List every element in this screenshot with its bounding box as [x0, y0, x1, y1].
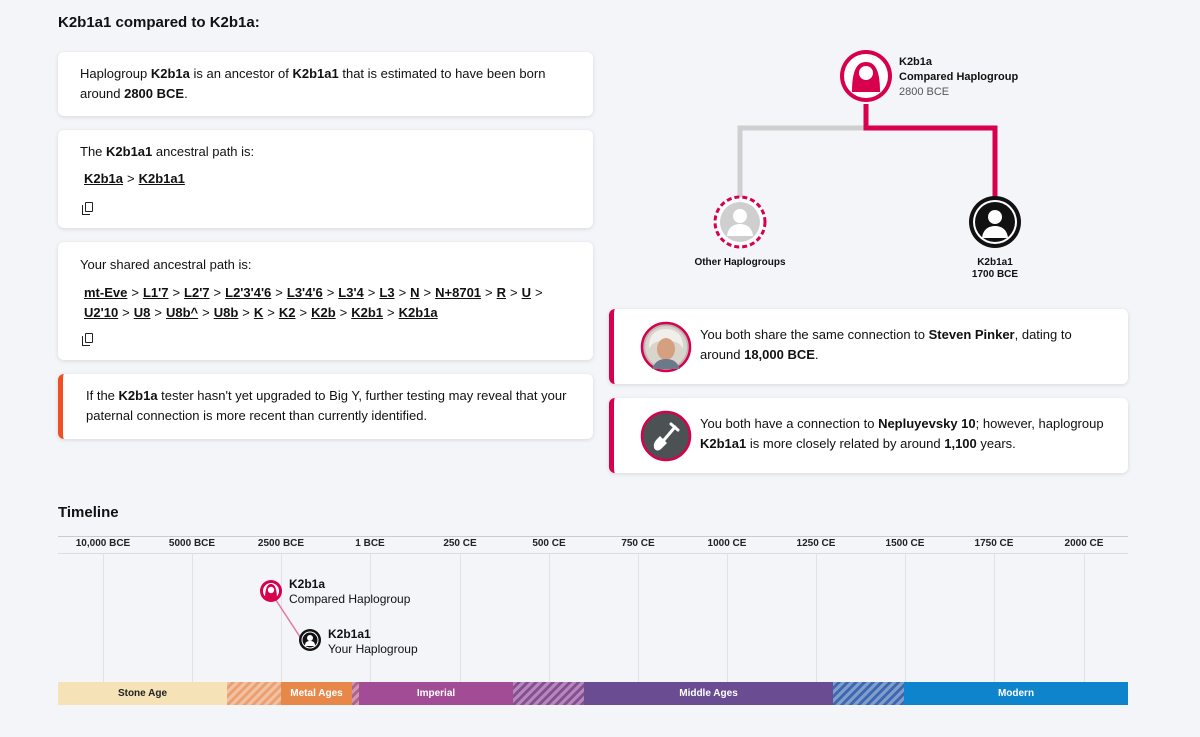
path-link[interactable]: K2b1a [399, 305, 438, 320]
path-link[interactable]: K2b [311, 305, 336, 320]
timeline-gridline [994, 554, 995, 682]
tree-top-label: K2b1a Compared Haplogroup 2800 BCE [899, 56, 1019, 98]
ancestral-path-card: The K2b1a1 ancestral path is: K2b1a > K2b1… [58, 130, 593, 228]
age-transition [833, 682, 904, 705]
path-link[interactable]: K2b1a [84, 171, 123, 186]
age-modern: Modern [904, 682, 1128, 705]
timeline-gridline [549, 554, 550, 682]
path-link[interactable]: N [410, 285, 419, 300]
path-link[interactable]: K2b1a1 [139, 171, 185, 186]
timeline-tick-label: 2000 CE [1064, 538, 1104, 549]
age-stone: Stone Age [58, 682, 227, 705]
timeline-tick-label: 10,000 BCE [75, 538, 131, 549]
timeline-marker-yours[interactable] [297, 627, 323, 653]
path-link[interactable]: mt-Eve [84, 285, 127, 300]
tree-branch-selected [863, 104, 998, 200]
tree-node-your-haplogroup[interactable] [969, 196, 1021, 248]
ancestral-path: K2b1a > K2b1a1 [84, 171, 185, 186]
timeline-tick-label: 5000 BCE [168, 538, 216, 549]
timeline-tick-label: 1500 CE [885, 538, 925, 549]
timeline-gridline [727, 554, 728, 682]
copy-icon[interactable] [82, 333, 93, 346]
timeline-gridline [460, 554, 461, 682]
age-middle: Middle Ages [584, 682, 833, 705]
timeline-tick-label: 1000 CE [707, 538, 747, 549]
timeline-gridline [370, 554, 371, 682]
path-link[interactable]: K2b1 [351, 305, 383, 320]
shovel-icon [640, 410, 692, 462]
age-transition [513, 682, 584, 705]
timeline-tick-label: 2500 BCE [257, 538, 305, 549]
timeline-gridline [103, 554, 104, 682]
big-y-notice-card: If the K2b1a tester hasn't yet upgraded … [58, 374, 593, 439]
path-link[interactable]: U2'10 [84, 305, 118, 320]
page-title: K2b1a1 compared to K2b1a: [58, 14, 260, 31]
path-link[interactable]: L3 [379, 285, 394, 300]
timeline-tick-label: 250 CE [443, 538, 477, 549]
timeline-gridline [816, 554, 817, 682]
copy-icon[interactable] [82, 202, 93, 215]
shared-path-line-2: U2'10 > U8 > U8b^ > U8b > K > K2 > K2b > K2b1 > K2b1a [84, 305, 438, 320]
timeline-header-rule [58, 553, 1128, 554]
timeline-gridline [638, 554, 639, 682]
haplogroup-tree [713, 50, 1021, 249]
shared-path-card: Your shared ancestral path is: mt-Eve > L1… [58, 242, 593, 360]
ancient-connection-card: You both have a connection to Nepluyevsk… [609, 398, 1128, 473]
path-link[interactable]: K [254, 305, 263, 320]
path-link[interactable]: L3'4'6 [287, 285, 323, 300]
path-link[interactable]: U [522, 285, 531, 300]
tree-left-label: Other Haplogroups [694, 257, 786, 268]
timeline-label-compared: K2b1a Compared Haplogroup [289, 577, 411, 606]
timeline-gridline [905, 554, 906, 682]
ancestor-info-card: Haplogroup K2b1a is an ancestor of K2b1a… [58, 52, 593, 116]
age-imperial: Imperial [359, 682, 513, 705]
timeline-gridline [192, 554, 193, 682]
path-link[interactable]: R [497, 285, 506, 300]
path-link[interactable]: K2 [279, 305, 296, 320]
avatar-male-icon [307, 635, 313, 641]
age-metal: Metal Ages [281, 682, 352, 705]
timeline-tick-label: 500 CE [532, 538, 566, 549]
age-transition [227, 682, 281, 705]
avatar-photo-icon [640, 321, 692, 373]
timeline-tick-label: 1 BCE [355, 538, 385, 549]
path-link[interactable]: L1'7 [143, 285, 169, 300]
shared-path-line-1: mt-Eve > L1'7 > L2'7 > L2'3'4'6 > L3'4'6 > L3'4 > L3… [84, 285, 543, 300]
tree-node-compared[interactable] [840, 50, 892, 102]
timeline-tick-label: 1250 CE [796, 538, 836, 549]
path-link[interactable]: U8b [214, 305, 239, 320]
path-link[interactable]: L2'3'4'6 [225, 285, 271, 300]
timeline-tick-label: 750 CE [621, 538, 655, 549]
path-link[interactable]: L3'4 [338, 285, 364, 300]
tree-right-label: K2b1a1 1700 BCE [971, 257, 1019, 280]
tree-node-other-haplogroups[interactable] [713, 195, 767, 249]
timeline-top-rule [58, 536, 1128, 537]
path-link[interactable]: L2'7 [184, 285, 210, 300]
timeline-tick-label: 1750 CE [974, 538, 1014, 549]
path-link[interactable]: U8 [134, 305, 151, 320]
timeline-gridline [1084, 554, 1085, 682]
timeline-label-yours: K2b1a1 Your Haplogroup [328, 627, 418, 656]
timeline-marker-compared[interactable] [258, 578, 284, 604]
age-transition [352, 682, 359, 705]
tree-branch-other [737, 104, 869, 200]
path-link[interactable]: N+8701 [435, 285, 481, 300]
timeline-title: Timeline [58, 504, 119, 521]
path-link[interactable]: U8b^ [166, 305, 198, 320]
notable-connection-card: You both share the same connection to St… [609, 309, 1128, 384]
